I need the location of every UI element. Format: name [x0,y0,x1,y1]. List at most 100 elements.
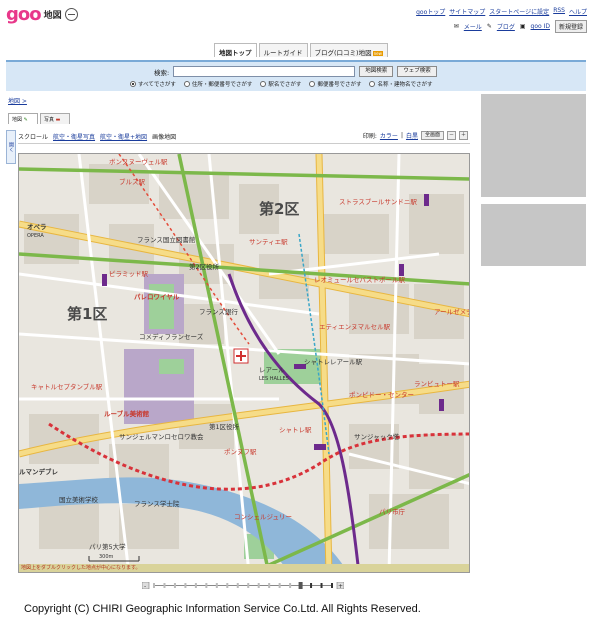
tab-map-top[interactable]: 地図トップ [214,43,257,57]
link-sitemap[interactable]: サイトマップ [449,7,485,16]
label-strasbourg: ストラスブールサンドニ駅 [339,197,417,206]
label-opera-en: OPERA [27,233,44,239]
new-register-button[interactable]: 新規登録 [554,20,587,33]
print-label: 印刷: [362,133,377,140]
zoom-level-tick[interactable] [278,583,281,588]
goo-map-logo[interactable]: goo 地図 [6,4,78,25]
link-help[interactable]: ヘルプ [569,7,587,16]
breadcrumb[interactable]: 地図 > [8,96,27,105]
label-chatelet-les-halles: シャトレレアール駅 [304,358,363,366]
map-toolbar: スクロール 航空・衛星写真 航空・衛星+地図 画像地図 印刷: カラー | 白黒… [18,130,470,144]
search-input[interactable] [173,66,356,77]
label-hotel-de-ville: パリ市庁 [379,507,406,516]
print-color-link[interactable]: カラー [380,131,398,140]
label-comedie: コメディフランセーズ [139,332,204,341]
side-panel-toggle[interactable]: 開く [6,130,16,164]
map-view[interactable]: 第2区 第1区 ピラミッド駅 パレロワイヤル レアール LES HALLES シ… [18,153,470,573]
zoom-level-tick[interactable] [184,583,187,588]
print-mono-link[interactable]: 白黒 [406,131,418,140]
view-tab-map[interactable]: 地図 ✎ [8,113,38,124]
label-bonne-nouvelle: ボンヌヌーヴェル駅 [109,157,168,166]
option-address[interactable]: 住所・郵便番号でさがす [183,80,252,88]
map-canvas[interactable]: 第2区 第1区 ピラミッド駅 パレロワイヤル レアール LES HALLES シ… [19,154,470,573]
map-search-button[interactable]: 地図検索 [359,66,394,77]
ad-banner-top[interactable] [481,94,586,197]
zoom-level-tick[interactable] [257,583,260,588]
print-separator: | [400,132,403,139]
radio-icon [260,80,267,87]
label-pompidou: ポンピドー・センター [349,390,414,399]
district-2-label: 第2区 [259,200,299,218]
option-postal[interactable]: 郵便番号でさがす [309,80,361,88]
zoom-level-tick[interactable] [205,583,208,588]
scroll-label: スクロール [18,134,49,141]
breadcrumb-map[interactable]: 地図 > [8,98,27,105]
option-station[interactable]: 駅名でさがす [260,80,301,88]
search-panel: 検索: 地図検索 ウェブ検索 すべてでさがす 住所・郵便番号でさがす 駅名でさが… [6,60,586,91]
logo-chizu-text: 地図 [43,11,62,21]
link-aerial-map[interactable]: 航空・衛星+地図 [100,132,147,141]
radio-icon [369,80,376,87]
view-tab-photo[interactable]: 写真 ▬ [40,113,70,124]
zoom-thumb[interactable] [298,582,303,589]
tab-blog-map-label: ブログ(口コミ)地図 [314,49,372,57]
scale-label: 300m [99,554,114,560]
label-reaumur: レオミュールセバストポール駅 [314,276,406,284]
label-main-des-roles: ルマンデブレ [19,467,59,476]
link-mail[interactable]: メール [464,22,482,31]
option-all[interactable]: すべてでさがす [130,80,176,88]
zoom-level-tick[interactable] [289,583,292,588]
label-chatelet: シャトレ駅 [279,426,312,434]
zoom-level-tick[interactable] [215,583,218,588]
label-louvre: ルーブル美術館 [104,409,150,418]
label-institut: フランス学士院 [134,499,180,508]
zoom-level-tick[interactable] [226,583,229,588]
zoom-level-tick[interactable] [268,583,271,588]
zoom-level-tick[interactable] [163,583,166,588]
zoom-level-tick[interactable] [320,583,323,588]
radio-icon [183,80,190,87]
map-instruction: 地図上をダブルクリックした地点が中心になります。 [19,564,469,572]
zoom-level-tick[interactable] [236,583,239,588]
car-icon: ▬ [55,117,61,123]
pencil-icon: ✎ [486,23,492,30]
label-rambuteau: ランビュトー駅 [414,379,460,388]
zoom-ticks[interactable] [153,582,333,589]
link-set-startpage[interactable]: スタートページに設定 [489,7,549,16]
label-arts-metiers: アールゼメティエ駅 [434,307,470,316]
ad-banner-bottom[interactable] [481,204,586,266]
label-les-halles-en: LES HALLES [259,376,289,382]
zoom-level-tick[interactable] [173,583,176,588]
label-les-halles: レアール [259,366,285,374]
zoom-out-button[interactable]: － [447,131,456,140]
view-tab-map-label: 地図 [12,117,23,123]
search-type-options: すべてでさがす 住所・郵便番号でさがす 駅名でさがす 郵便番号でさがす 名称・建… [130,80,432,88]
link-rss[interactable]: RSS [553,7,565,16]
radio-icon [130,80,136,87]
zoom-level-tick[interactable] [310,583,313,588]
label-quatre-septembre: キャトルセプタンブル駅 [31,382,103,391]
mail-icon: ✉ [453,23,459,30]
zoom-level-tick[interactable] [153,583,155,588]
tab-blog-map[interactable]: ブログ(口コミ)地図 new [309,43,388,57]
link-goo-top[interactable]: gooトップ [416,7,445,16]
tab-route-guide[interactable]: ルートガイド [258,43,308,57]
option-name[interactable]: 名称・建物名でさがす [369,80,432,88]
zoom-level-tick[interactable] [247,583,250,588]
zoom-slider[interactable]: - + [141,581,345,590]
web-search-button[interactable]: ウェブ検索 [397,66,437,77]
zoom-slider-graphic[interactable]: - + [141,581,345,590]
label-bibliotheque: フランス国立図書館 [137,235,196,244]
label-mairie-2: 第2区役所 [189,262,220,271]
zoom-in-button[interactable]: ＋ [459,131,468,140]
link-aerial-photo[interactable]: 航空・衛星写真 [53,132,95,141]
label-opera: オペラ [27,223,47,231]
link-image-map[interactable]: 画像地図 [152,132,176,141]
zoom-level-tick[interactable] [194,583,197,588]
link-goo-id[interactable]: goo ID [531,23,550,30]
link-blog[interactable]: ブログ [497,22,515,31]
option-postal-label: 郵便番号でさがす [317,82,362,88]
label-univ-paris: パリ第5大学 [89,542,126,551]
fullscreen-button[interactable]: 全画面 [420,131,444,140]
zoom-level-tick[interactable] [331,583,333,588]
